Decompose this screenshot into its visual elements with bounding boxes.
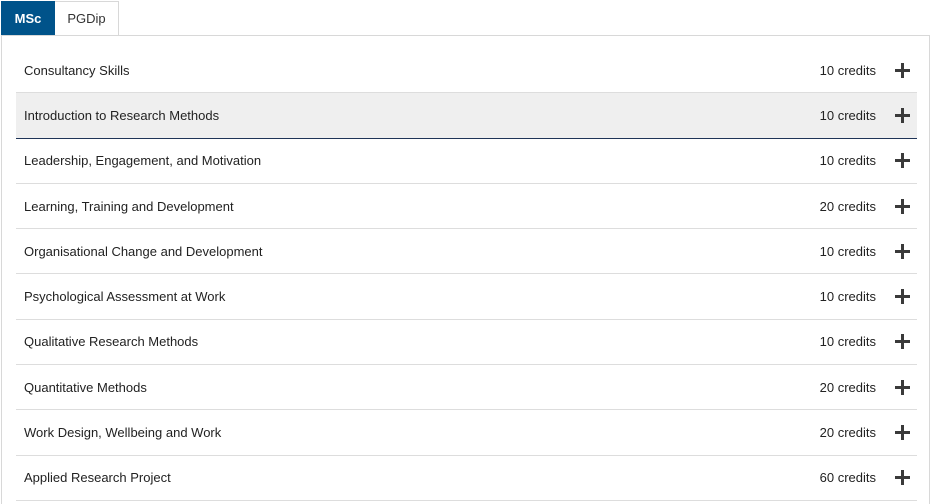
plus-icon[interactable] <box>895 62 910 78</box>
module-title: Learning, Training and Development <box>24 198 234 214</box>
plus-icon[interactable] <box>895 379 910 395</box>
module-credits: 10 credits <box>819 153 876 169</box>
module-title: Psychological Assessment at Work <box>24 289 226 305</box>
plus-icon[interactable] <box>895 425 910 441</box>
plus-icon[interactable] <box>895 470 910 486</box>
module-title: Organisational Change and Development <box>24 243 263 259</box>
module-title: Leadership, Engagement, and Motivation <box>24 153 262 169</box>
module-credits: 20 credits <box>819 425 876 441</box>
module-credits: 20 credits <box>819 198 876 214</box>
module-row[interactable]: Leadership, Engagement, and Motivation 1… <box>16 139 917 184</box>
module-credits: 10 credits <box>819 107 876 123</box>
module-row[interactable]: Psychological Assessment at Work 10 cred… <box>16 274 917 320</box>
module-title: Qualitative Research Methods <box>24 334 199 350</box>
module-list-widget: MSc PGDip Consultancy Skills 10 credits … <box>0 0 933 504</box>
plus-icon[interactable] <box>895 198 910 214</box>
plus-icon[interactable] <box>895 153 910 169</box>
module-credits: 10 credits <box>819 243 876 259</box>
module-title: Applied Research Project <box>24 470 171 486</box>
module-row[interactable]: Applied Research Project 60 credits <box>16 456 917 501</box>
plus-icon[interactable] <box>895 334 910 350</box>
module-credits: 10 credits <box>819 289 876 305</box>
modules-panel: Consultancy Skills 10 credits Introducti… <box>1 35 930 504</box>
module-row[interactable]: Quantitative Methods 20 credits <box>16 365 917 411</box>
module-row[interactable]: Work Design, Wellbeing and Work 20 credi… <box>16 410 917 456</box>
tab-pgdip[interactable]: PGDip <box>55 1 119 35</box>
module-row[interactable]: Qualitative Research Methods 10 credits <box>16 320 917 366</box>
module-title: Quantitative Methods <box>24 379 147 395</box>
module-credits: 10 credits <box>819 62 876 78</box>
module-title: Consultancy Skills <box>24 62 130 78</box>
programme-tabs: MSc PGDip <box>1 1 119 36</box>
module-list: Consultancy Skills 10 credits Introducti… <box>16 48 917 501</box>
module-row[interactable]: Introduction to Research Methods 10 cred… <box>16 93 917 139</box>
module-credits: 20 credits <box>819 379 876 395</box>
module-credits: 60 credits <box>819 470 876 486</box>
module-credits: 10 credits <box>819 334 876 350</box>
module-title: Introduction to Research Methods <box>24 107 220 123</box>
plus-icon[interactable] <box>895 243 910 259</box>
module-row[interactable]: Consultancy Skills 10 credits <box>16 48 917 94</box>
module-row[interactable]: Learning, Training and Development 20 cr… <box>16 184 917 230</box>
module-title: Work Design, Wellbeing and Work <box>24 425 222 441</box>
tab-msc[interactable]: MSc <box>1 1 55 35</box>
plus-icon[interactable] <box>895 107 910 123</box>
plus-icon[interactable] <box>895 289 910 305</box>
module-row[interactable]: Organisational Change and Development 10… <box>16 229 917 275</box>
